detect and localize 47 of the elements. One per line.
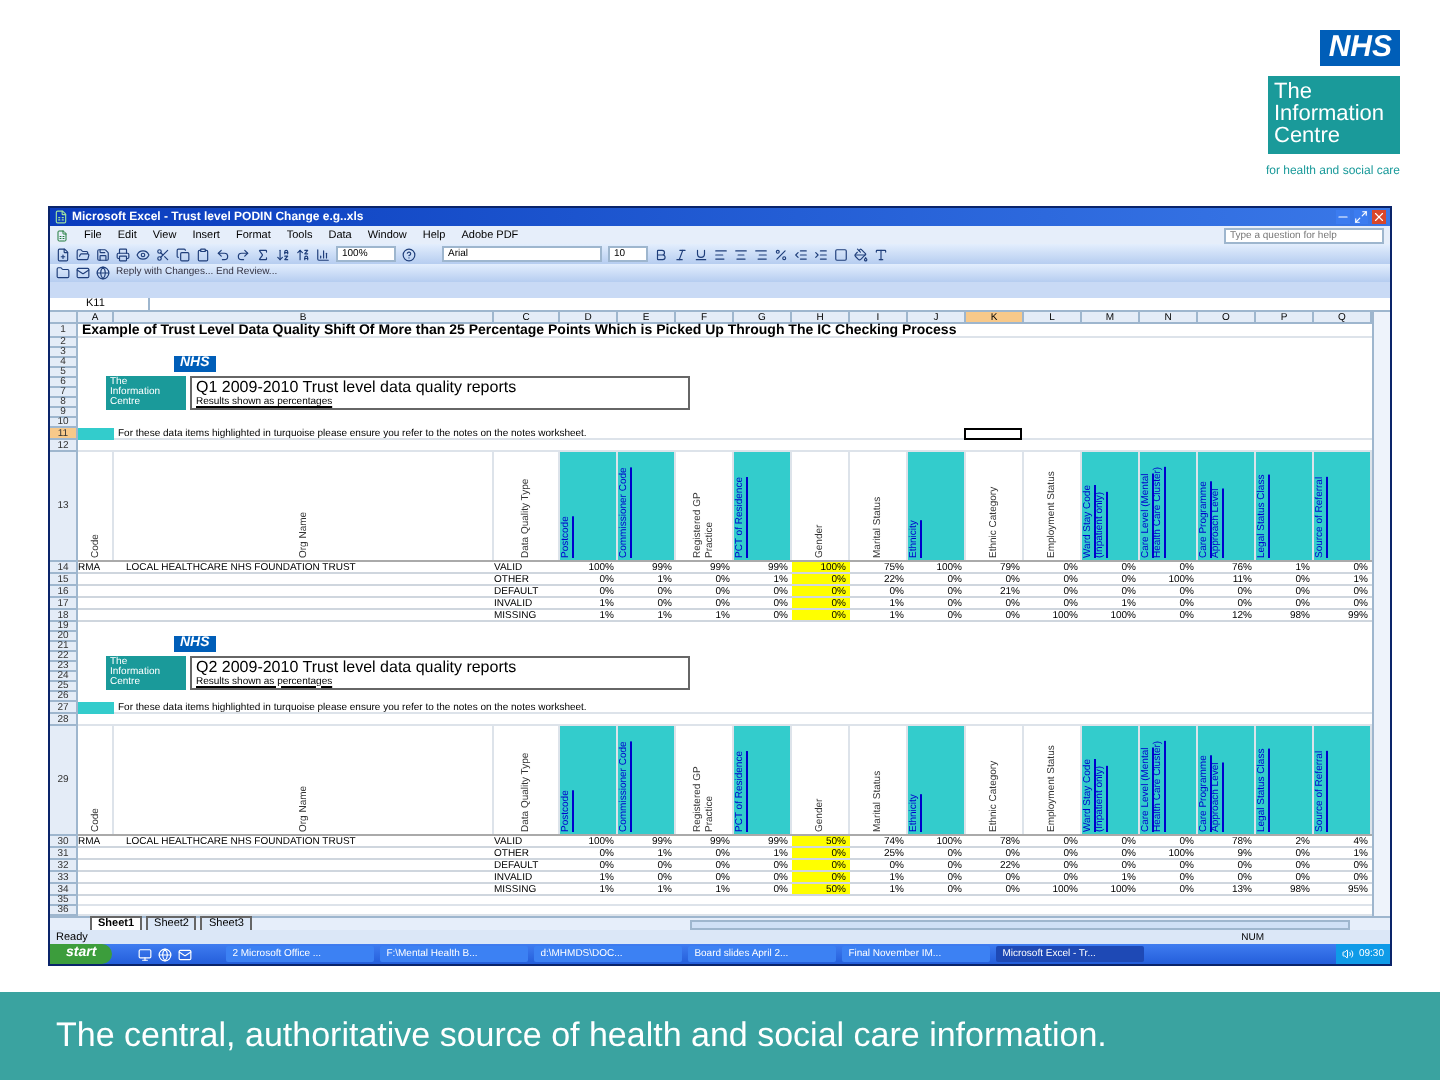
underline-icon[interactable] xyxy=(694,247,708,261)
maximize-icon[interactable] xyxy=(1354,210,1368,224)
indent-decrease-icon[interactable] xyxy=(794,247,808,261)
excel-icon xyxy=(54,210,68,224)
caption-text: The central, authoritative source of health and social care information. xyxy=(56,1014,1107,1059)
browser-icon[interactable] xyxy=(158,947,173,961)
report-title: Q2 2009-2010 Trust level data quality reports xyxy=(196,657,519,675)
turquoise-swatch xyxy=(78,428,114,440)
cut-icon[interactable] xyxy=(156,247,170,261)
save-icon[interactable] xyxy=(96,247,110,261)
horizontal-scrollbar[interactable] xyxy=(690,919,1350,929)
information-centre-logo: The Information Centre xyxy=(1268,76,1400,154)
indent-increase-icon[interactable] xyxy=(814,247,828,261)
excel-icon xyxy=(56,229,68,241)
mail-icon[interactable] xyxy=(76,266,90,280)
turquoise-swatch xyxy=(78,702,114,714)
align-right-icon[interactable] xyxy=(754,247,768,261)
italic-icon[interactable] xyxy=(674,247,688,261)
preview-icon[interactable] xyxy=(136,247,150,261)
chart-icon[interactable] xyxy=(316,247,330,261)
open-folder-icon[interactable] xyxy=(76,247,90,261)
paste-icon[interactable] xyxy=(196,247,210,261)
sort-descending-icon[interactable] xyxy=(296,247,310,261)
print-icon[interactable] xyxy=(116,247,130,261)
sort-ascending-icon[interactable] xyxy=(276,247,290,261)
percent-icon[interactable] xyxy=(774,247,788,261)
desktop-icon[interactable] xyxy=(138,947,153,961)
copy-icon[interactable] xyxy=(176,247,190,261)
undo-icon[interactable] xyxy=(216,247,230,261)
active-cell-outline[interactable] xyxy=(964,428,1022,440)
new-file-icon[interactable] xyxy=(56,247,70,261)
vertical-scrollbar[interactable] xyxy=(1372,312,1390,916)
align-center-icon[interactable] xyxy=(734,247,748,261)
fill-color-icon[interactable] xyxy=(854,247,868,261)
close-icon[interactable] xyxy=(1372,210,1386,224)
globe-icon[interactable] xyxy=(96,266,110,280)
redo-icon[interactable] xyxy=(236,247,250,261)
font-color-icon[interactable] xyxy=(874,247,888,261)
report-title: Q1 2009-2010 Trust level data quality reports xyxy=(196,378,519,396)
align-left-icon[interactable] xyxy=(714,247,728,261)
nhs-logo: NHS xyxy=(1320,30,1400,66)
sum-icon[interactable] xyxy=(256,247,270,261)
volume-icon[interactable] xyxy=(1342,948,1355,960)
borders-icon[interactable] xyxy=(834,247,848,261)
bold-icon[interactable] xyxy=(654,247,668,261)
folder-icon[interactable] xyxy=(56,266,70,280)
help-icon[interactable] xyxy=(402,247,416,261)
